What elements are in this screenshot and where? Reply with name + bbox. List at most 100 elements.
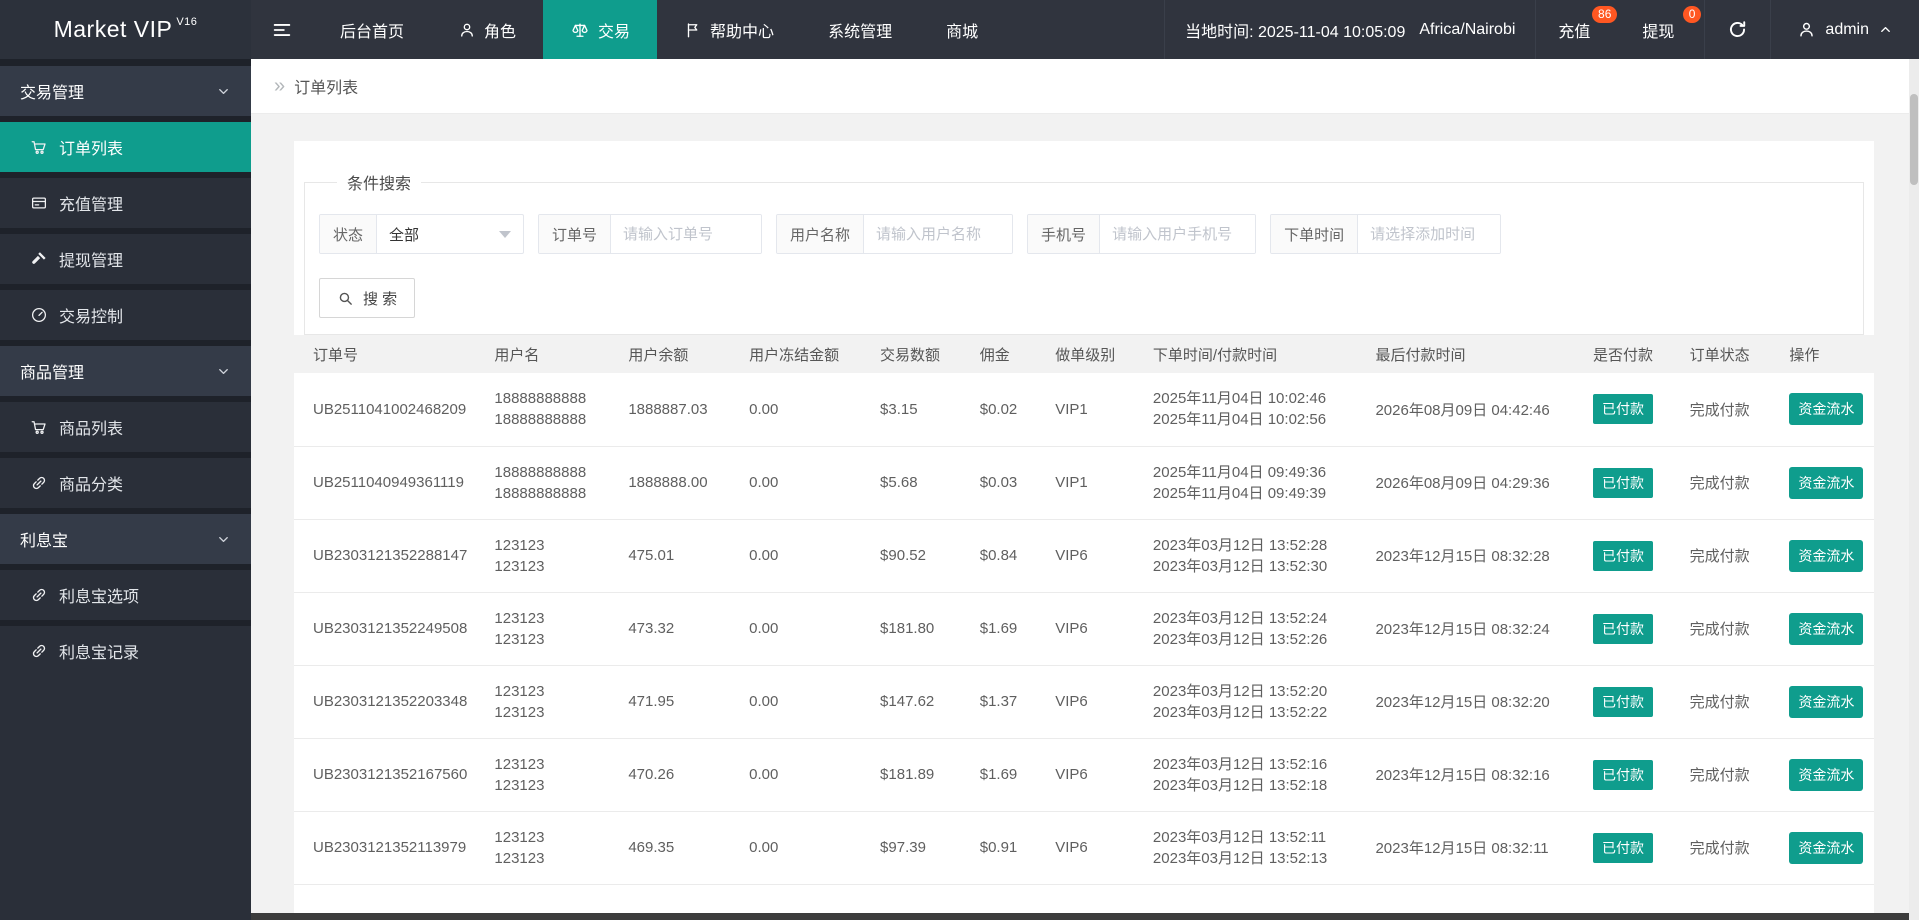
user-cell: 123123 123123 xyxy=(494,519,629,593)
filter-label: 订单号 xyxy=(539,215,612,253)
frozen-cell: 0.00 xyxy=(749,811,881,885)
balance-cell: 1888887.03 xyxy=(628,373,750,447)
nav-item[interactable]: 后台首页 xyxy=(313,0,431,59)
status-select-value: 全部 xyxy=(389,226,420,244)
search-button-label: 搜 索 xyxy=(363,290,398,308)
amount-cell: $3.15 xyxy=(880,373,980,447)
filter-group: 状态 全部 xyxy=(319,214,525,254)
nav-item[interactable]: 系统管理 xyxy=(801,0,919,59)
quick-items: 充值 86 提现 0 xyxy=(1536,0,1704,59)
order-no-cell: UB2303121352113979 xyxy=(294,811,495,885)
commission-cell: $0.91 xyxy=(979,811,1056,885)
sidebar-item[interactable]: 交易控制 xyxy=(0,290,251,340)
fund-flow-button[interactable]: 资金流水 xyxy=(1789,393,1864,426)
fund-flow-button[interactable]: 资金流水 xyxy=(1789,685,1864,718)
amount-cell: $97.39 xyxy=(880,811,980,885)
order-time-cell-line1: 2023年03月12日 13:52:11 xyxy=(1152,828,1327,846)
fund-flow-button[interactable]: 资金流水 xyxy=(1789,612,1864,645)
order-time-cell-line1: 2023年03月12日 13:52:28 xyxy=(1152,536,1328,554)
search-button[interactable]: 搜 索 xyxy=(319,278,416,318)
breadcrumb: » 订单列表 xyxy=(251,59,1919,114)
column-header: 是否付款 xyxy=(1592,335,1690,373)
sidebar-item[interactable]: 利息宝选项 xyxy=(0,570,251,620)
fund-flow-button[interactable]: 资金流水 xyxy=(1789,466,1864,499)
order-no-cell: UB2511040949361119 xyxy=(294,446,495,520)
fund-flow-button[interactable]: 资金流水 xyxy=(1789,758,1864,791)
refresh-icon xyxy=(1727,19,1748,40)
filter-input[interactable] xyxy=(611,215,762,253)
paid-badge: 已付款 xyxy=(1592,686,1653,717)
sidebar-toggle-button[interactable] xyxy=(251,0,313,59)
user-icon xyxy=(458,21,476,39)
filter-input[interactable] xyxy=(864,215,1013,253)
order-no-cell: UB2303121352203348 xyxy=(294,665,495,739)
sidebar-group-title[interactable]: 商品管理 xyxy=(0,346,251,396)
column-header: 交易数额 xyxy=(880,335,980,373)
vertical-scrollbar[interactable] xyxy=(1909,59,1919,920)
user-cell-line2: 18888888888 xyxy=(494,411,587,429)
filter-input[interactable] xyxy=(1358,215,1501,253)
table-row: UB2303121352113979 123123 123123 469.35 0.00… xyxy=(294,811,1874,885)
paid-badge: 已付款 xyxy=(1592,540,1653,571)
status-cell: 完成付款 xyxy=(1689,446,1790,520)
sidebar-item-label: 利息宝记录 xyxy=(59,645,140,662)
amount-cell: $90.52 xyxy=(880,519,980,593)
sidebar: 交易管理订单列表充值管理提现管理交易控制商品管理商品列表商品分类利息宝利息宝选项… xyxy=(0,59,251,920)
nav-item[interactable]: 角色 xyxy=(431,0,543,59)
commission-cell: $1.69 xyxy=(979,592,1056,666)
user-cell-line2: 18888888888 xyxy=(494,484,587,502)
local-time: 当地时间: 2025-11-04 10:05:09 xyxy=(1185,23,1406,41)
nav-item-label: 商城 xyxy=(946,23,979,41)
order-time-cell-line2: 2025年11月04日 10:02:56 xyxy=(1152,411,1327,429)
horizontal-scrollbar[interactable] xyxy=(251,913,1909,920)
balance-cell: 473.32 xyxy=(628,592,750,666)
flag-icon xyxy=(684,21,702,39)
fund-flow-button[interactable]: 资金流水 xyxy=(1789,831,1864,864)
frozen-cell: 0.00 xyxy=(749,519,881,593)
status-cell: 完成付款 xyxy=(1689,811,1790,885)
status-select[interactable]: 全部 xyxy=(377,215,523,253)
sidebar-item[interactable]: 利息宝记录 xyxy=(0,626,251,676)
vertical-scrollbar-thumb[interactable] xyxy=(1910,94,1918,185)
sidebar-item[interactable]: 商品分类 xyxy=(0,458,251,508)
filter-input[interactable] xyxy=(1100,215,1256,253)
user-name: admin xyxy=(1825,20,1869,38)
user-icon xyxy=(1797,20,1816,39)
sidebar-item[interactable]: 提现管理 xyxy=(0,234,251,284)
table-row: UB2303121352288147 123123 123123 475.01 0.00… xyxy=(294,519,1874,593)
filter-group: 手机号 xyxy=(1027,214,1257,254)
order-time-cell: 2023年03月12日 13:52:16 2023年03月12日 13:52:18 xyxy=(1152,738,1376,812)
nav-item[interactable]: 帮助中心 xyxy=(657,0,801,59)
nav-right: 当地时间: 2025-11-04 10:05:09 Africa/Nairobi… xyxy=(1164,0,1919,59)
paid-badge: 已付款 xyxy=(1592,832,1653,863)
order-time-cell-line2: 2023年03月12日 13:52:30 xyxy=(1152,557,1328,575)
level-cell: VIP6 xyxy=(1055,738,1153,812)
sidebar-group-label: 交易管理 xyxy=(20,85,85,102)
quick-item[interactable]: 提现 0 xyxy=(1620,0,1704,59)
order-time-cell: 2025年11月04日 10:02:46 2025年11月04日 10:02:56 xyxy=(1152,373,1376,447)
fund-flow-button[interactable]: 资金流水 xyxy=(1789,539,1864,572)
user-cell-line2: 123123 xyxy=(494,849,545,867)
quick-item-label: 提现 xyxy=(1642,23,1675,41)
sidebar-item[interactable]: 充值管理 xyxy=(0,178,251,228)
sidebar-item[interactable]: 订单列表 xyxy=(0,122,251,172)
table-row: UB2303121352167560 123123 123123 470.26 0.00… xyxy=(294,738,1874,812)
sidebar-group-title[interactable]: 利息宝 xyxy=(0,514,251,564)
user-menu[interactable]: admin xyxy=(1771,0,1919,59)
level-cell: VIP6 xyxy=(1055,811,1153,885)
level-cell: VIP1 xyxy=(1055,446,1153,520)
brand-logo: Market VIP V16 xyxy=(0,0,251,59)
nav-item[interactable]: 交易 xyxy=(543,0,658,59)
level-cell: VIP6 xyxy=(1055,592,1153,666)
sidebar-item[interactable]: 商品列表 xyxy=(0,402,251,452)
nav-item[interactable]: 商城 xyxy=(919,0,1005,59)
sidebar-group-title[interactable]: 交易管理 xyxy=(0,66,251,116)
refresh-button[interactable] xyxy=(1705,0,1770,59)
status-cell: 完成付款 xyxy=(1689,665,1790,739)
filter-group: 用户名称 xyxy=(776,214,1014,254)
user-cell-line1: 123123 xyxy=(494,536,545,554)
sidebar-item-label: 充值管理 xyxy=(59,197,124,214)
order-time-cell: 2023年03月12日 13:52:28 2023年03月12日 13:52:30 xyxy=(1152,519,1376,593)
link-icon xyxy=(30,474,48,492)
quick-item[interactable]: 充值 86 xyxy=(1536,0,1620,59)
